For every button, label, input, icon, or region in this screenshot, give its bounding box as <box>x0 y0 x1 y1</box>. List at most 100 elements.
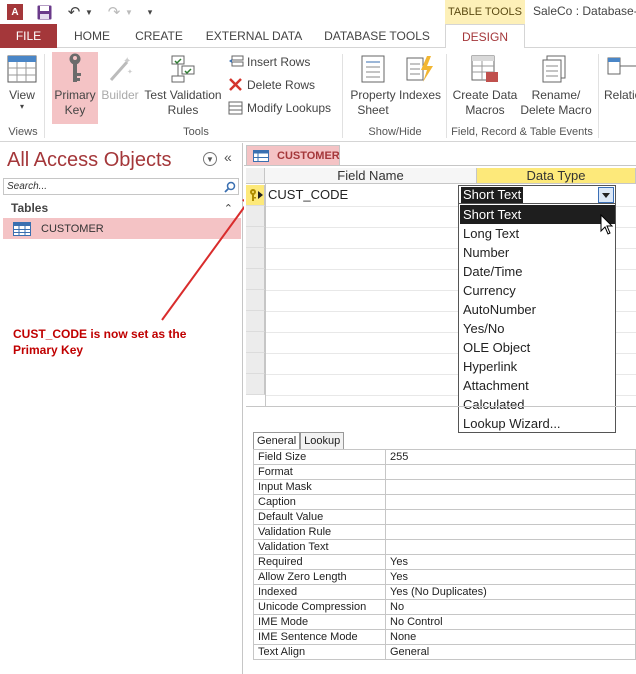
row-selector[interactable] <box>246 269 265 290</box>
dropdown-option[interactable]: Attachment <box>460 376 615 395</box>
mouse-cursor-icon <box>600 214 614 235</box>
property-row[interactable]: Text Align General <box>253 644 636 660</box>
indexes-button[interactable]: Indexes <box>399 52 441 124</box>
relationships-button[interactable]: Relatio <box>604 52 636 124</box>
customize-toolbar-icon[interactable]: ▾ <box>144 2 156 22</box>
primary-key-button[interactable]: Primary Key <box>52 52 98 124</box>
property-row[interactable]: Format <box>253 464 636 480</box>
property-sheet-label: Property Sheet <box>350 88 396 117</box>
save-icon[interactable] <box>34 2 54 22</box>
tab-design[interactable]: DESIGN <box>445 24 525 49</box>
property-value[interactable]: None <box>385 629 636 645</box>
dropdown-option[interactable]: Hyperlink <box>460 357 615 376</box>
property-value[interactable] <box>385 524 636 540</box>
annotation-text: CUST_CODE is now set as the Primary Key <box>13 327 187 357</box>
property-row[interactable]: IME Mode No Control <box>253 614 636 630</box>
dropdown-option[interactable]: Long Text <box>460 224 615 243</box>
property-value[interactable]: Yes <box>385 554 636 570</box>
data-type-combobox[interactable]: Short Text <box>458 185 616 205</box>
tab-database-tools[interactable]: DATABASE TOOLS <box>320 24 434 48</box>
tab-lookup[interactable]: Lookup <box>300 432 345 449</box>
view-icon <box>5 52 39 86</box>
row-selector[interactable] <box>246 206 265 227</box>
view-button[interactable]: View ▾ <box>4 52 40 124</box>
create-data-macros-button[interactable]: Create Data Macros <box>452 52 518 124</box>
dropdown-option[interactable]: Lookup Wizard... <box>460 414 615 433</box>
dropdown-option[interactable]: Date/Time <box>460 262 615 281</box>
test-validation-rules-button[interactable]: Test Validation Rules <box>143 52 223 124</box>
grid-corner[interactable] <box>246 168 265 184</box>
group-separator <box>598 54 599 138</box>
row-selector[interactable] <box>246 332 265 353</box>
access-logo-letter: A <box>7 4 23 20</box>
property-row[interactable]: Validation Rule <box>253 524 636 540</box>
property-row[interactable]: Unicode Compression No <box>253 599 636 615</box>
property-row[interactable]: IME Sentence Mode None <box>253 629 636 645</box>
property-value[interactable] <box>385 509 636 525</box>
document-tab-label: CUSTOMER <box>277 150 340 162</box>
dropdown-option[interactable]: OLE Object <box>460 338 615 357</box>
insert-rows-label: Insert Rows <box>247 55 311 69</box>
property-value[interactable]: General <box>385 644 636 660</box>
dropdown-option[interactable]: Short Text <box>460 205 615 224</box>
modify-lookups-label: Modify Lookups <box>247 101 332 115</box>
nav-pane-title[interactable]: All Access Objects <box>7 149 172 172</box>
delete-rows-button[interactable]: Delete Rows <box>228 75 315 95</box>
property-row[interactable]: Allow Zero Length Yes <box>253 569 636 585</box>
nav-menu-dropdown-icon[interactable]: ▼ <box>203 152 217 166</box>
data-type-dropdown-list: Short Text Long Text Number Date/Time Curren… <box>458 203 616 433</box>
dropdown-option[interactable]: AutoNumber <box>460 300 615 319</box>
tab-general[interactable]: General <box>253 432 301 450</box>
rename-delete-macro-icon <box>539 52 573 86</box>
row-selector[interactable] <box>246 311 265 332</box>
property-value[interactable]: No <box>385 599 636 615</box>
document-tab-customer[interactable]: CUSTOMER <box>246 145 340 166</box>
dropdown-option[interactable]: Calculated <box>460 395 615 414</box>
property-name: IME Mode <box>253 614 386 630</box>
property-row[interactable]: Indexed Yes (No Duplicates) <box>253 584 636 600</box>
collapse-pane-icon[interactable]: « <box>224 149 232 165</box>
row-selector[interactable] <box>246 353 265 374</box>
row-selector[interactable] <box>246 227 265 248</box>
field-name-cell[interactable]: CUST_CODE <box>268 187 348 202</box>
access-logo-icon[interactable]: A <box>5 2 25 22</box>
indexes-icon <box>403 52 437 86</box>
property-sheet-button[interactable]: Property Sheet <box>348 52 398 124</box>
rename-delete-macro-button[interactable]: Rename/ Delete Macro <box>519 52 593 124</box>
property-row[interactable]: Default Value <box>253 509 636 525</box>
property-value[interactable] <box>385 494 636 510</box>
title-bar: A ↶ ▼ ↷ ▼ ▾ TABLE TOOLS SaleCo : Databas… <box>0 0 636 24</box>
undo-dropdown-icon[interactable]: ▼ <box>84 2 94 22</box>
tab-external-data[interactable]: EXTERNAL DATA <box>200 24 308 48</box>
property-value[interactable]: Yes <box>385 569 636 585</box>
property-value[interactable] <box>385 479 636 495</box>
delete-rows-icon <box>228 77 244 93</box>
group-separator <box>446 54 447 138</box>
property-row[interactable]: Caption <box>253 494 636 510</box>
row-selector[interactable] <box>246 374 265 395</box>
create-data-macros-label: Create Data Macros <box>452 88 518 117</box>
property-value[interactable] <box>385 539 636 555</box>
property-value[interactable] <box>385 464 636 480</box>
ribbon: View ▾ Views Primary Key ✦ ✦ Builder Test… <box>0 48 636 142</box>
property-value[interactable]: No Control <box>385 614 636 630</box>
tab-home[interactable]: HOME <box>64 24 120 48</box>
property-row[interactable]: Field Size 255 <box>253 449 636 465</box>
dropdown-option[interactable]: Yes/No <box>460 319 615 338</box>
property-value[interactable]: 255 <box>385 449 636 465</box>
property-row[interactable]: Required Yes <box>253 554 636 570</box>
dropdown-option[interactable]: Number <box>460 243 615 262</box>
modify-lookups-button[interactable]: Modify Lookups <box>228 98 331 118</box>
tab-create[interactable]: CREATE <box>130 24 188 48</box>
dropdown-option[interactable]: Currency <box>460 281 615 300</box>
property-row[interactable]: Validation Text <box>253 539 636 555</box>
property-row[interactable]: Input Mask <box>253 479 636 495</box>
table-tools-label: TABLE TOOLS <box>445 0 525 24</box>
row-selector[interactable] <box>246 248 265 269</box>
tab-file[interactable]: FILE <box>0 24 57 48</box>
row-selector[interactable] <box>246 290 265 311</box>
property-value[interactable]: Yes (No Duplicates) <box>385 584 636 600</box>
chevron-down-icon[interactable] <box>598 187 614 203</box>
insert-rows-button[interactable]: Insert Rows <box>228 52 310 72</box>
undo-icon[interactable]: ↶ <box>64 2 84 22</box>
